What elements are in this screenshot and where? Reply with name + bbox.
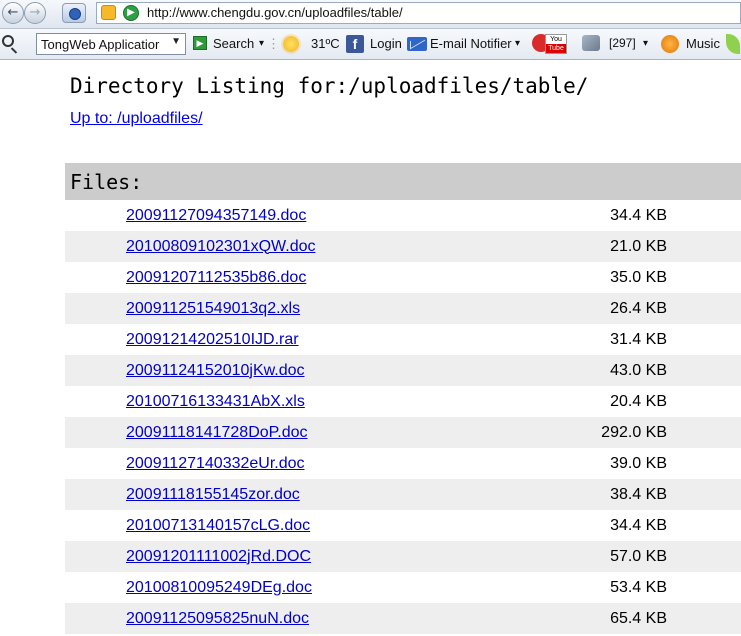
file-link[interactable]: 20100810095249DEg.doc xyxy=(126,579,312,596)
table-row: 20091124152010jKw.doc 43.0 KB xyxy=(65,355,741,386)
file-link[interactable]: 20091207112535b86.doc xyxy=(126,269,306,286)
url-text[interactable]: http://www.chengdu.gov.cn/uploadfiles/ta… xyxy=(147,5,403,20)
search-dropdown-icon[interactable]: ▾ xyxy=(259,38,264,49)
file-size: 35.0 KB xyxy=(610,268,667,286)
separator-icon: ⋮ xyxy=(267,36,280,51)
page-content: Directory Listing for:/uploadfiles/table… xyxy=(0,60,741,636)
file-link[interactable]: 200911251549013q2.xls xyxy=(126,300,300,317)
navigation-bar: ← → ▶ http://www.chengdu.gov.cn/uploadfi… xyxy=(0,0,741,29)
table-row: 20100809102301xQW.doc 21.0 KB xyxy=(65,231,741,262)
file-size: 26.4 KB xyxy=(498,293,741,324)
chevron-down-icon[interactable]: ▼ xyxy=(171,36,181,47)
tools-icon[interactable] xyxy=(582,35,600,51)
table-row: 20100716133431AbX.xls 20.4 KB xyxy=(65,386,741,417)
back-button[interactable]: ← xyxy=(2,2,24,24)
table-row: 20100713140157cLG.doc 34.4 KB xyxy=(65,510,741,541)
table-row: 20091118155145zor.doc 38.4 KB xyxy=(65,479,741,510)
email-notifier-button[interactable]: E-mail Notifier xyxy=(430,36,512,51)
home-button[interactable] xyxy=(62,3,86,23)
up-directory-link[interactable]: Up to: /uploadfiles/ xyxy=(70,110,203,128)
search-icon[interactable] xyxy=(2,35,14,47)
table-row: 20100810095249DEg.doc 53.4 KB xyxy=(65,572,741,603)
file-link[interactable]: 20100713140157cLG.doc xyxy=(126,517,310,534)
file-link[interactable]: 20091125095825nuN.doc xyxy=(126,610,309,627)
favicon-icon xyxy=(101,5,116,20)
file-size: 65.4 KB xyxy=(498,603,741,634)
page-title: Directory Listing for:/uploadfiles/table… xyxy=(70,74,589,98)
weather-temperature[interactable]: 31ºC xyxy=(311,36,340,51)
table-row: 20091201111002jRd.DOC 57.0 KB xyxy=(65,541,741,572)
address-bar[interactable]: ▶ http://www.chengdu.gov.cn/uploadfiles/… xyxy=(96,2,741,24)
file-link[interactable]: 20091118141728DoP.doc xyxy=(126,424,308,441)
table-row: 20091127094357149.doc 34.4 KB xyxy=(65,200,741,231)
file-size: 43.0 KB xyxy=(498,355,741,386)
email-dropdown-icon[interactable]: ▾ xyxy=(515,38,520,49)
file-link[interactable]: 20091127140332eUr.doc xyxy=(126,455,305,472)
file-size: 57.0 KB xyxy=(498,541,741,572)
search-go-icon[interactable]: ▶ xyxy=(193,36,207,50)
file-link[interactable]: 20091127094357149.doc xyxy=(126,207,306,224)
toolbar: TongWeb Applicatior ▼ ▶ Search ▾ ⋮ 31ºC … xyxy=(0,29,741,60)
arrow-left-icon: ← xyxy=(7,5,19,20)
mail-icon[interactable] xyxy=(407,37,427,51)
file-size: 21.0 KB xyxy=(498,231,741,262)
count-badge[interactable]: [297] xyxy=(609,36,636,50)
files-header: Files: xyxy=(65,163,741,200)
table-row: 20091125095825nuN.doc 65.4 KB xyxy=(65,603,741,634)
file-size: 292.0 KB xyxy=(498,417,741,448)
combo-value: TongWeb Applicatior xyxy=(41,37,160,52)
youtube-you-text: You xyxy=(550,36,562,43)
table-row: 20091207112535b86.doc 35.0 KB xyxy=(65,262,741,293)
sun-icon[interactable] xyxy=(283,36,299,52)
table-row: 20091127140332eUr.doc 39.0 KB xyxy=(65,448,741,479)
login-button[interactable]: Login xyxy=(370,36,402,51)
files-header-label: Files: xyxy=(70,170,143,194)
file-size: 34.4 KB xyxy=(610,516,667,534)
file-size: 39.0 KB xyxy=(610,454,667,472)
table-row: 20091214202510IJD.rar 31.4 KB xyxy=(65,324,741,355)
toolbar-combo[interactable]: TongWeb Applicatior ▼ xyxy=(36,33,186,55)
file-size: 34.4 KB xyxy=(610,206,667,224)
go-icon: ▶ xyxy=(123,5,139,21)
table-row: 200911251549013q2.xls 26.4 KB xyxy=(65,293,741,324)
youtube-icon[interactable]: You Tube xyxy=(545,34,567,54)
file-link[interactable]: 20100716133431AbX.xls xyxy=(126,393,305,410)
arrow-right-icon: → xyxy=(29,5,41,20)
music-button[interactable]: Music xyxy=(686,36,720,51)
search-button[interactable]: Search xyxy=(213,36,254,51)
file-table: 20091127094357149.doc 34.4 KB 20100809102… xyxy=(65,200,741,634)
home-icon xyxy=(69,8,81,20)
file-size: 31.4 KB xyxy=(610,330,667,348)
file-link[interactable]: 20091124152010jKw.doc xyxy=(126,362,305,379)
count-dropdown-icon[interactable]: ▾ xyxy=(643,38,648,49)
file-size: 38.4 KB xyxy=(498,479,741,510)
file-size: 20.4 KB xyxy=(610,392,667,410)
facebook-icon[interactable]: f xyxy=(346,35,364,53)
file-link[interactable]: 20100809102301xQW.doc xyxy=(126,238,315,255)
file-link[interactable]: 20091201111002jRd.DOC xyxy=(126,548,311,565)
file-size: 53.4 KB xyxy=(610,578,667,596)
forward-button[interactable]: → xyxy=(24,2,46,24)
file-link[interactable]: 20091118155145zor.doc xyxy=(126,486,300,503)
leaf-icon[interactable] xyxy=(726,34,740,54)
table-row: 20091118141728DoP.doc 292.0 KB xyxy=(65,417,741,448)
music-player-icon[interactable] xyxy=(661,35,679,53)
youtube-tube-text: Tube xyxy=(546,44,566,53)
file-link[interactable]: 20091214202510IJD.rar xyxy=(126,331,299,348)
